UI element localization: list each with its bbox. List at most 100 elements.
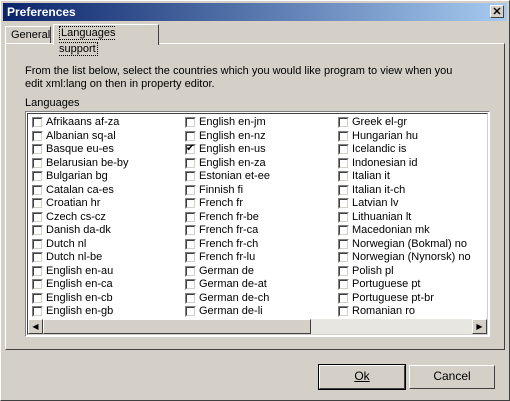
language-checkbox[interactable] — [338, 292, 349, 304]
language-item[interactable]: Basque eu-es — [30, 143, 129, 157]
language-checkbox[interactable] — [32, 265, 43, 277]
language-item[interactable]: Afrikaans af-za — [30, 116, 129, 130]
language-item[interactable]: German de-ch — [183, 292, 270, 306]
language-checkbox[interactable] — [185, 265, 196, 277]
language-item[interactable]: Portuguese pt — [336, 278, 471, 292]
language-checkbox[interactable] — [338, 211, 349, 223]
language-item[interactable]: Czech cs-cz — [30, 211, 129, 225]
language-item[interactable]: English en-cb — [30, 292, 129, 306]
language-checkbox[interactable] — [185, 279, 196, 290]
language-checkbox[interactable] — [185, 306, 196, 317]
language-checkbox[interactable] — [185, 225, 196, 236]
language-item[interactable]: Finnish fi — [183, 184, 270, 198]
language-item[interactable]: Croatian hr — [30, 197, 129, 211]
language-item[interactable]: Norwegian (Nynorsk) no — [336, 251, 471, 265]
language-item[interactable]: Dutch nl-be — [30, 251, 129, 265]
languages-listbox[interactable]: Afrikaans af-za Albanian sq-al Basque eu-e… — [25, 111, 490, 337]
language-item[interactable]: Macedonian mk — [336, 224, 471, 238]
language-item[interactable]: Greek el-gr — [336, 116, 471, 130]
close-button[interactable]: ✕ — [490, 5, 504, 18]
language-item[interactable]: Lithuanian lt — [336, 211, 471, 225]
horizontal-scrollbar[interactable]: ◀ ▶ — [28, 319, 487, 334]
language-item[interactable]: English en-ca — [30, 278, 129, 292]
language-checkbox[interactable] — [338, 157, 349, 169]
title-bar[interactable]: Preferences ✕ — [3, 3, 507, 21]
language-checkbox[interactable] — [338, 171, 349, 182]
language-checkbox[interactable] — [32, 252, 43, 263]
language-item[interactable]: Icelandic is — [336, 143, 471, 157]
language-checkbox[interactable] — [32, 211, 43, 223]
language-item[interactable]: Latvian lv — [336, 197, 471, 211]
tab-general[interactable]: General — [5, 26, 51, 43]
language-checkbox[interactable] — [338, 130, 349, 142]
language-checkbox[interactable] — [185, 292, 196, 304]
language-checkbox[interactable] — [338, 265, 349, 277]
language-item[interactable]: Bulgarian bg — [30, 170, 129, 184]
language-checkbox[interactable] — [32, 306, 43, 317]
language-checkbox[interactable] — [185, 130, 196, 142]
language-checkbox[interactable] — [338, 279, 349, 290]
language-checkbox[interactable] — [32, 130, 43, 142]
language-checkbox[interactable] — [338, 198, 349, 209]
language-item[interactable]: French fr-ch — [183, 238, 270, 252]
language-checkbox[interactable] — [32, 238, 43, 250]
language-item[interactable]: English en-au — [30, 265, 129, 279]
language-item[interactable]: German de-at — [183, 278, 270, 292]
tab-languages-support[interactable]: Languages support — [53, 24, 159, 56]
language-checkbox[interactable] — [32, 225, 43, 236]
language-checkbox[interactable] — [338, 144, 349, 155]
language-item[interactable]: French fr-be — [183, 211, 270, 225]
ok-button[interactable]: Ok — [318, 364, 406, 390]
scroll-left-button[interactable]: ◀ — [28, 319, 43, 334]
language-item[interactable]: Indonesian id — [336, 157, 471, 171]
language-item[interactable]: Polish pl — [336, 265, 471, 279]
language-item[interactable]: French fr-lu — [183, 251, 270, 265]
language-item[interactable]: Hungarian hu — [336, 130, 471, 144]
language-item[interactable]: English en-us — [183, 142, 270, 157]
language-item[interactable]: Dutch nl — [30, 238, 129, 252]
language-checkbox[interactable] — [338, 252, 349, 263]
language-checkbox[interactable] — [32, 279, 43, 290]
language-checkbox[interactable] — [32, 198, 43, 209]
language-checkbox[interactable] — [338, 184, 349, 196]
scrollbar-thumb[interactable] — [43, 319, 311, 334]
language-item[interactable]: Romanian ro — [336, 305, 471, 319]
language-checkbox[interactable] — [32, 144, 43, 155]
cancel-button[interactable]: Cancel — [409, 365, 495, 389]
language-checkbox[interactable] — [32, 117, 43, 128]
language-item[interactable]: English en-nz — [183, 130, 270, 144]
language-item[interactable]: Belarusian be-by — [30, 157, 129, 171]
language-item[interactable]: English en-jm — [183, 116, 270, 130]
language-item[interactable]: Catalan ca-es — [30, 184, 129, 198]
language-checkbox[interactable] — [32, 171, 43, 182]
language-item[interactable]: English en-za — [183, 157, 270, 171]
language-checkbox[interactable] — [338, 238, 349, 250]
language-item[interactable]: French fr-ca — [183, 224, 270, 238]
language-item[interactable]: Portuguese pt-br — [336, 292, 471, 306]
language-checkbox[interactable] — [32, 157, 43, 169]
language-item[interactable]: Italian it — [336, 170, 471, 184]
language-checkbox[interactable] — [185, 252, 196, 263]
language-item[interactable]: English en-gb — [30, 305, 129, 319]
language-checkbox[interactable] — [185, 117, 196, 128]
language-checkbox[interactable] — [338, 117, 349, 128]
language-checkbox[interactable] — [338, 306, 349, 317]
language-item[interactable]: Danish da-dk — [30, 224, 129, 238]
language-checkbox[interactable] — [185, 198, 196, 209]
language-checkbox[interactable] — [338, 225, 349, 236]
language-checkbox[interactable] — [32, 292, 43, 304]
language-checkbox[interactable] — [185, 171, 196, 182]
language-checkbox[interactable] — [185, 184, 196, 196]
language-item[interactable]: Italian it-ch — [336, 184, 471, 198]
language-checkbox[interactable] — [185, 238, 196, 250]
language-checkbox[interactable] — [185, 142, 196, 155]
language-checkbox[interactable] — [185, 157, 196, 169]
language-item[interactable]: Estonian et-ee — [183, 170, 270, 184]
language-item[interactable]: Norwegian (Bokmal) no — [336, 238, 471, 252]
language-item[interactable]: Albanian sq-al — [30, 130, 129, 144]
language-item[interactable]: German de-li — [183, 305, 270, 319]
language-item[interactable]: German de — [183, 265, 270, 279]
language-checkbox[interactable] — [32, 184, 43, 196]
scroll-right-button[interactable]: ▶ — [472, 319, 487, 334]
language-checkbox[interactable] — [185, 211, 196, 223]
